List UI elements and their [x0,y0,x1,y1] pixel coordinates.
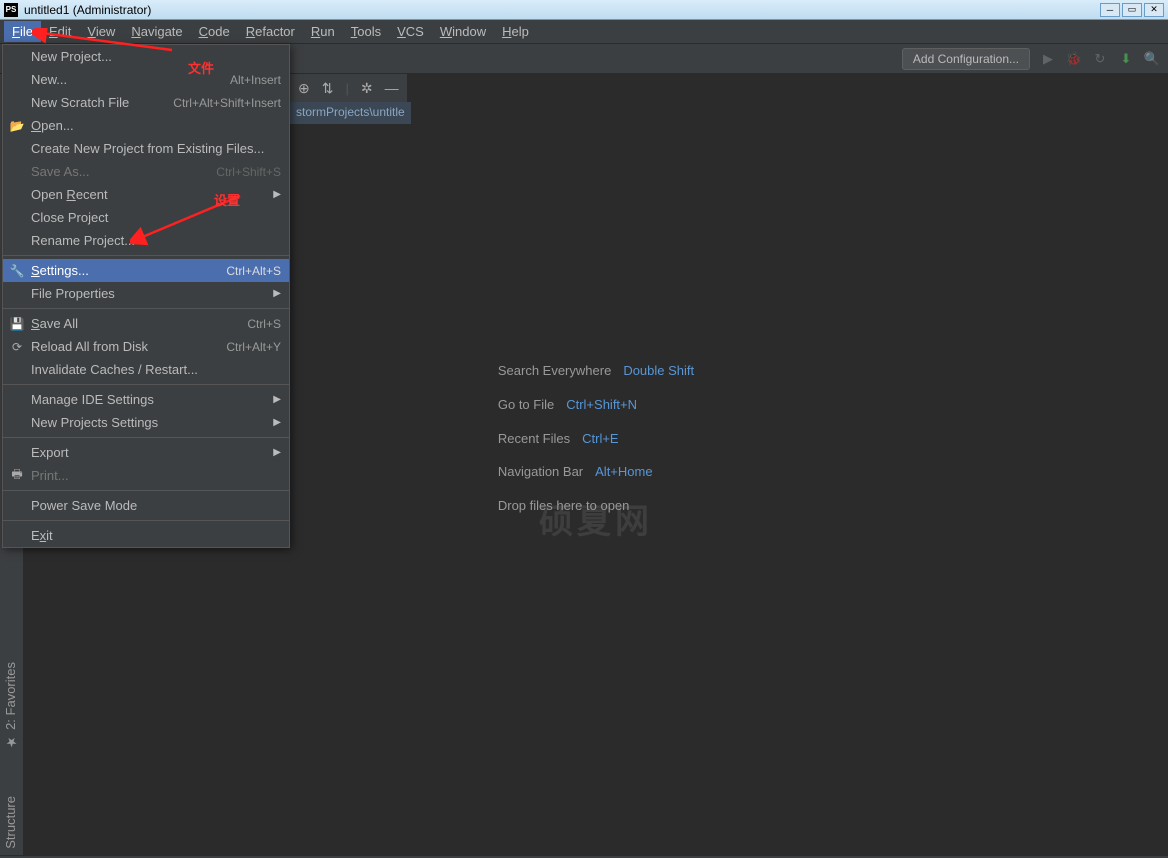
run-coverage-icon[interactable]: ↻ [1092,51,1108,67]
file-menu-invalidate-caches-restart[interactable]: Invalidate Caches / Restart... [3,358,289,381]
file-menu-new-scratch-file[interactable]: New Scratch File Ctrl+Alt+Shift+Insert [3,91,289,114]
menu-item-label: Rename Project... [31,233,135,248]
window-titlebar: PS untitled1 (Administrator) ─ ▭ ✕ [0,0,1168,20]
search-icon[interactable]: 🔍 [1144,51,1160,67]
file-menu-create-new-project-from-existing-files[interactable]: Create New Project from Existing Files..… [3,137,289,160]
hint-shortcut: Double Shift [623,354,694,388]
menu-item-label: Invalidate Caches / Restart... [31,362,198,377]
update-icon[interactable]: ⬇ [1118,51,1134,67]
file-menu-power-save-mode[interactable]: Power Save Mode [3,494,289,517]
hint-label: Go to File [498,388,554,422]
select-open-file-icon[interactable]: ⊕ [298,80,310,97]
minimize-button[interactable]: ─ [1100,3,1120,17]
file-menu-save-as: Save As... Ctrl+Shift+S [3,160,289,183]
structure-tab[interactable]: Structure [0,790,21,855]
hint-shortcut: Ctrl+Shift+N [566,388,637,422]
gear-icon[interactable]: ✲ [361,80,373,97]
menu-item-label: Settings... [31,263,89,278]
menu-shortcut: Ctrl+Alt+S [226,264,281,278]
menu-item-label: Reload All from Disk [31,339,148,354]
maximize-button[interactable]: ▭ [1122,3,1142,17]
app-icon: PS [4,3,18,17]
menu-item-label: Create New Project from Existing Files..… [31,141,264,156]
hide-icon[interactable]: — [385,80,399,96]
chevron-right-icon: ▶ [273,189,281,200]
menu-item-label: Open... [31,118,74,133]
wrench-icon: 🔧 [9,264,25,278]
welcome-hints: Search Everywhere Double Shift Go to File C… [498,354,694,523]
menu-shortcut: Ctrl+Alt+Shift+Insert [173,96,281,110]
file-menu-settings[interactable]: 🔧 Settings... Ctrl+Alt+S [3,259,289,282]
file-menu-save-all[interactable]: 💾 Save All Ctrl+S [3,312,289,335]
annotation-label-file: 文件 [188,58,214,77]
file-menu-new[interactable]: New... Alt+Insert [3,68,289,91]
run-icon[interactable]: ▶ [1040,51,1056,67]
hint-label: Drop files here to open [498,489,630,523]
hint-shortcut: Ctrl+E [582,422,618,456]
menu-shortcut: Ctrl+S [247,317,281,331]
menu-item-label: Exit [31,528,53,543]
close-button[interactable]: ✕ [1144,3,1164,17]
hint-label: Navigation Bar [498,455,583,489]
menu-item-label: Print... [31,468,69,483]
hint-label: Recent Files [498,422,570,456]
welcome-hint: Drop files here to open [498,489,694,523]
project-tool-buttons: ⊕ ⇅ | ✲ — [290,74,407,102]
menu-item-label: New Scratch File [31,95,129,110]
expand-all-icon[interactable]: ⇅ [322,80,334,97]
window-controls: ─ ▭ ✕ [1100,3,1164,17]
welcome-hint: Search Everywhere Double Shift [498,354,694,388]
menu-item-label: Manage IDE Settings [31,392,154,407]
file-menu-exit[interactable]: Exit [3,524,289,547]
chevron-right-icon: ▶ [273,394,281,405]
welcome-hint: Recent Files Ctrl+E [498,422,694,456]
hint-label: Search Everywhere [498,354,611,388]
menu-shortcut: Ctrl+Shift+S [216,165,281,179]
window-title: untitled1 (Administrator) [24,3,1100,17]
chevron-right-icon: ▶ [273,447,281,458]
menu-item-label: Save All [31,316,78,331]
folder-icon: 📂 [9,119,25,133]
menu-window[interactable]: Window [432,21,494,42]
chevron-right-icon: ▶ [273,288,281,299]
welcome-hint: Navigation Bar Alt+Home [498,455,694,489]
menu-item-label: New Projects Settings [31,415,158,430]
file-menu-new-projects-settings[interactable]: New Projects Settings ▶ [3,411,289,434]
debug-icon[interactable]: 🐞 [1066,51,1082,67]
breadcrumb-path[interactable]: stormProjects\untitle [290,102,411,124]
chevron-right-icon: ▶ [273,417,281,428]
file-menu-manage-ide-settings[interactable]: Manage IDE Settings ▶ [3,388,289,411]
file-menu-open[interactable]: 📂 Open... [3,114,289,137]
file-menu-export[interactable]: Export ▶ [3,441,289,464]
file-menu-reload-all-from-disk[interactable]: ⟳ Reload All from Disk Ctrl+Alt+Y [3,335,289,358]
menu-code[interactable]: Code [191,21,238,42]
menu-item-label: File Properties [31,286,115,301]
annotation-arrow-file [32,28,182,58]
annotation-label-settings: 设置 [214,190,240,209]
file-menu-print: 🖶 Print... [3,464,289,487]
menu-item-label: New... [31,72,67,87]
print-icon: 🖶 [9,465,25,486]
menu-item-label: Save As... [31,164,90,179]
menu-refactor[interactable]: Refactor [238,21,303,42]
file-menu-file-properties[interactable]: File Properties ▶ [3,282,289,305]
favorites-tab[interactable]: ★2: Favorites [0,656,21,755]
menu-item-label: Open Recent [31,187,108,202]
menu-vcs[interactable]: VCS [389,21,432,42]
reload-icon: ⟳ [9,340,25,354]
welcome-hint: Go to File Ctrl+Shift+N [498,388,694,422]
hint-shortcut: Alt+Home [595,455,652,489]
menu-shortcut: Alt+Insert [230,73,281,87]
menu-tools[interactable]: Tools [343,21,389,42]
menu-help[interactable]: Help [494,21,537,42]
menu-shortcut: Ctrl+Alt+Y [226,340,281,354]
menu-item-label: Power Save Mode [31,498,137,513]
add-configuration-button[interactable]: Add Configuration... [902,48,1030,70]
save-icon: 💾 [9,317,25,331]
file-dropdown-menu: New Project...New...Alt+InsertNew Scratc… [2,44,290,548]
menu-run[interactable]: Run [303,21,343,42]
menu-item-label: Close Project [31,210,108,225]
menu-item-label: Export [31,445,69,460]
